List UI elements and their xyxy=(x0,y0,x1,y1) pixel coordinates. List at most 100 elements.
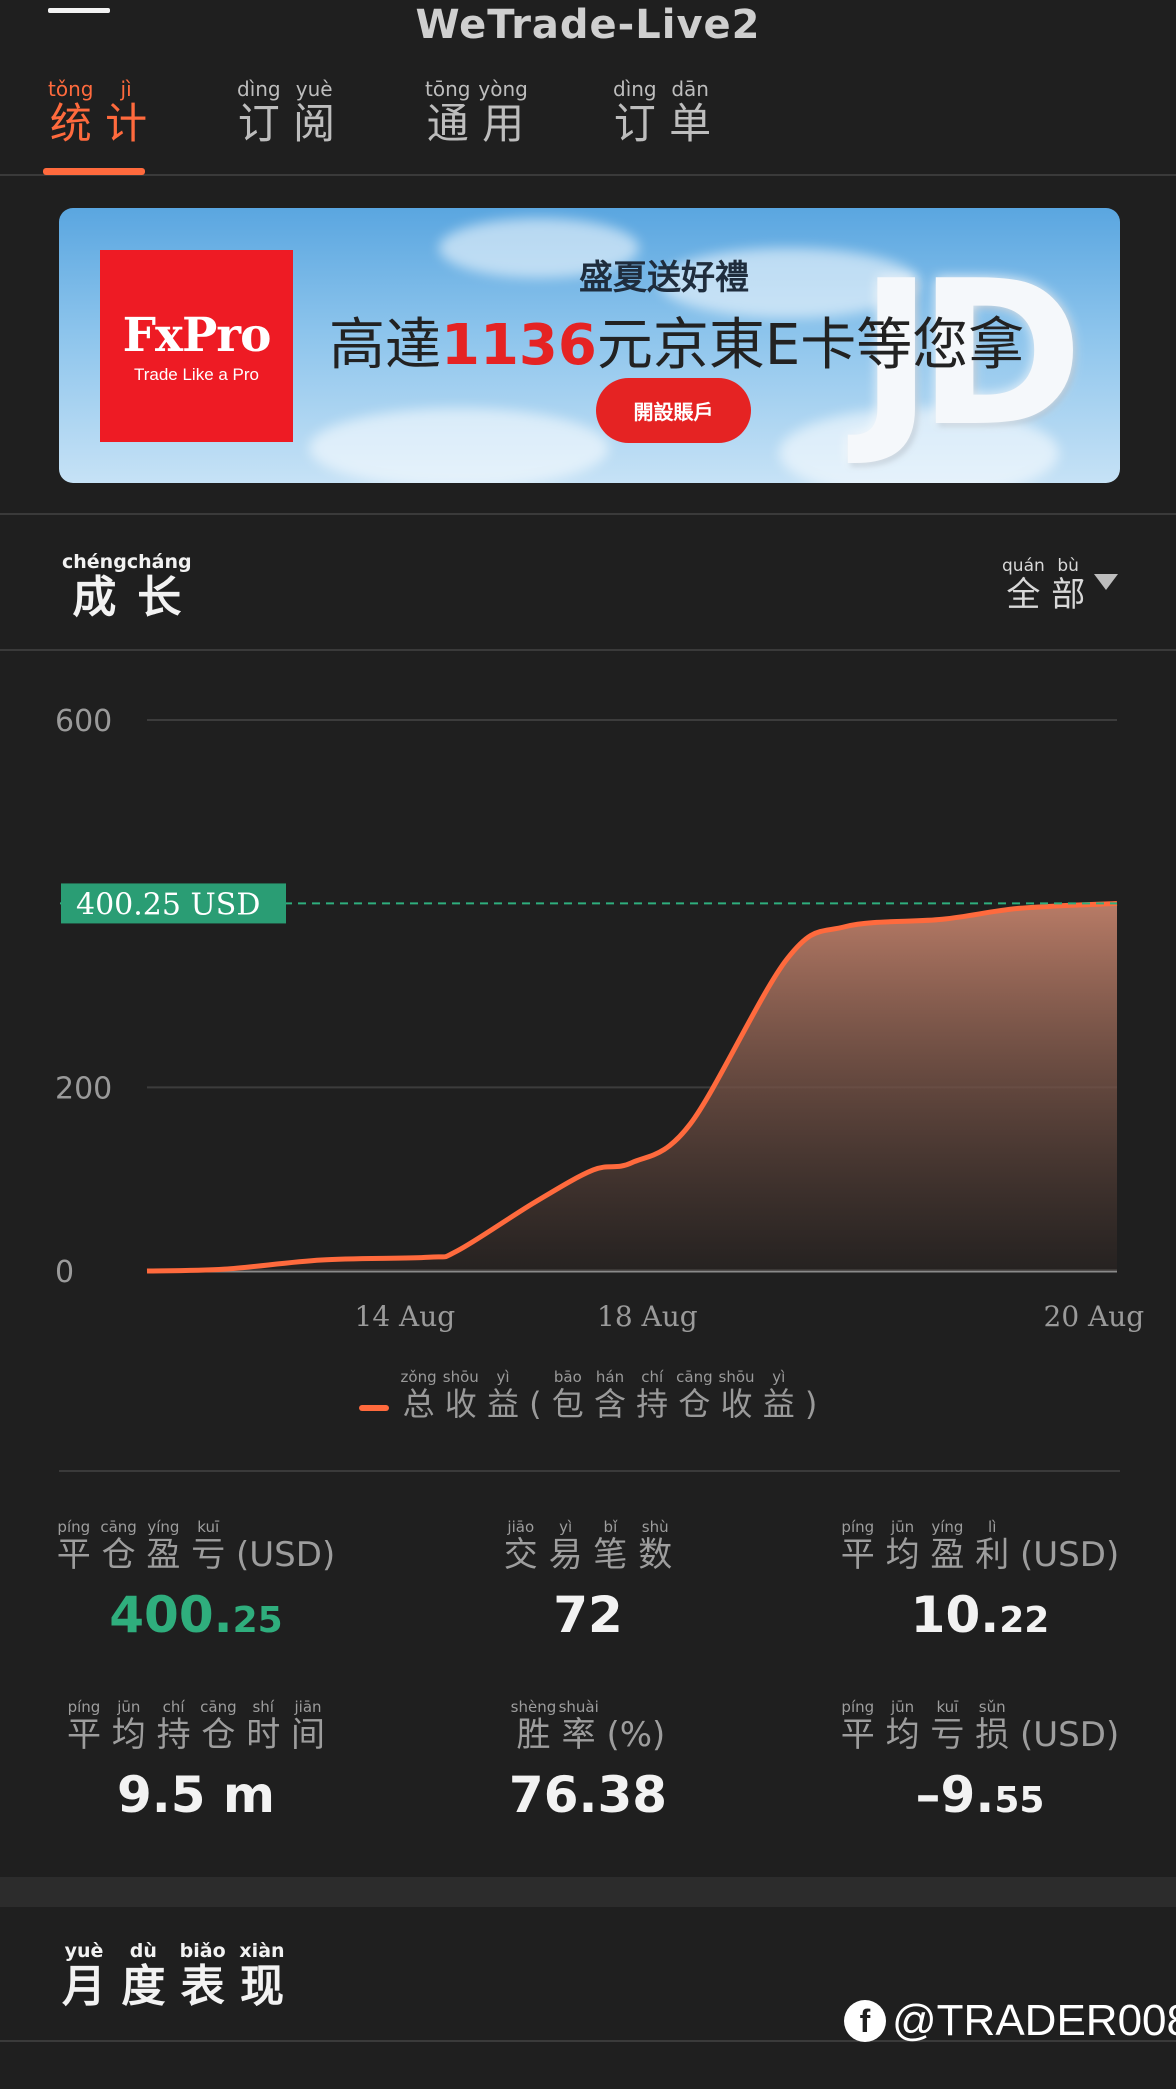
promo-banner[interactable]: FxPro Trade Like a Pro JD 盛夏送好禮 高達1136元京… xyxy=(59,208,1120,483)
ruby-char: 损sǔn xyxy=(975,1698,1010,1755)
ruby-char: 笔bǐ xyxy=(593,1518,628,1575)
ruby-char: 月yuè xyxy=(62,1940,106,2012)
promo-headline: 盛夏送好禮 xyxy=(579,258,749,298)
stat-closed-pnl: 平píng 仓cāng 盈yíng 亏kuī (USD) 400.25 xyxy=(0,1518,392,1644)
fxpro-logo: FxPro Trade Like a Pro xyxy=(100,250,293,442)
ruby-char: 用yòng xyxy=(478,77,528,148)
ruby-char: ( xyxy=(529,1385,542,1423)
tab-orders[interactable]: 订dìng 单dān xyxy=(613,77,712,176)
ruby-char: 全quán xyxy=(1002,556,1045,615)
stat-label: 平píng 均jūn 盈yíng 利lì (USD) xyxy=(840,1518,1120,1575)
brand-tagline: Trade Like a Pro xyxy=(133,364,260,384)
ruby-char: 均jūn xyxy=(885,1518,920,1575)
ruby-char: 易yì xyxy=(548,1518,583,1575)
ruby-char: 数shù xyxy=(638,1518,673,1575)
facebook-icon: f xyxy=(844,2000,886,2042)
legend-label: 总zǒng 收shōu 益yì ( 包bāo 含hán 持chí 仓cāng 收… xyxy=(400,1368,818,1423)
ruby-char: 平píng xyxy=(56,1518,91,1575)
section-title-monthly: 月yuè 度dù 表biǎo 现xiàn xyxy=(62,1940,285,2014)
ruby-char: 含hán xyxy=(593,1368,626,1423)
ruby-char: 总zǒng xyxy=(400,1368,437,1423)
ruby-char: 均jūn xyxy=(111,1698,146,1755)
ruby-char: 订dìng xyxy=(237,77,281,148)
ruby-char: 持chí xyxy=(636,1368,669,1423)
active-tab-indicator xyxy=(43,168,145,175)
y-tick-label: 0 xyxy=(55,1255,74,1290)
divider xyxy=(59,1470,1120,1472)
y-tick-label: 200 xyxy=(55,1071,112,1106)
ruby-char: 亏kuī xyxy=(191,1518,226,1575)
ruby-char: 统tǒng xyxy=(48,77,94,148)
divider xyxy=(0,513,1176,515)
x-tick-label: 14 Aug xyxy=(355,1300,456,1333)
chevron-down-icon[interactable] xyxy=(1094,574,1118,590)
stat-label: 胜shèng 率shuài (%) xyxy=(510,1698,666,1755)
stat-value: 72 xyxy=(553,1586,623,1644)
stat-value: 10.22 xyxy=(910,1586,1050,1644)
stat-value: 76.38 xyxy=(508,1766,668,1824)
stat-avg-profit: 平píng 均jūn 盈yíng 利lì (USD) 10.22 xyxy=(784,1518,1176,1644)
divider xyxy=(0,649,1176,651)
ruby-char: 部bù xyxy=(1051,556,1086,615)
ruby-char: 仓cāng xyxy=(100,1518,137,1575)
legend-swatch xyxy=(358,1405,389,1411)
stat-trade-count: 交jiāo 易yì 笔bǐ 数shù 72 xyxy=(392,1518,784,1644)
stat-label: 平píng 均jūn 持chí 仓cāng 时shí 间jiān xyxy=(0,1698,392,1756)
chart-svg: 400.25 USD 0 200 600 14 Aug 18 Aug 20 Aug xyxy=(55,704,1144,1333)
ruby-char: 平píng xyxy=(840,1698,875,1755)
ruby-char: 亏kuī xyxy=(930,1698,965,1755)
ruby-char: 收shōu xyxy=(718,1368,755,1423)
ruby-char: 长cháng xyxy=(126,551,192,623)
promo-offer: 高達1136元京東E卡等您拿 xyxy=(329,313,1025,378)
stat-win-rate: 胜shèng 率shuài (%) 76.38 xyxy=(392,1698,784,1824)
ruby-char: 单dān xyxy=(669,77,712,148)
stat-label: 平píng 均jūn 亏kuī 损sǔn (USD) xyxy=(840,1698,1120,1755)
ruby-char: 益yì xyxy=(762,1368,795,1423)
section-separator xyxy=(0,1877,1176,1907)
ruby-char: 盈yíng xyxy=(930,1518,965,1575)
ruby-char: 仓cāng xyxy=(676,1368,713,1423)
tab-general[interactable]: 通tōng 用yòng xyxy=(425,77,528,176)
ruby-char: 通tōng xyxy=(425,77,471,148)
stat-avg-loss: 平píng 均jūn 亏kuī 损sǔn (USD) –9.55 xyxy=(784,1698,1176,1824)
ruby-char: 现xiàn xyxy=(239,1940,285,2012)
ruby-char: 间jiān xyxy=(291,1698,326,1755)
ruby-char: 益yì xyxy=(486,1368,519,1423)
range-dropdown[interactable]: 全quán 部bù xyxy=(1002,556,1086,616)
ruby-char: 交jiāo xyxy=(503,1518,538,1575)
x-tick-label: 18 Aug xyxy=(597,1300,698,1333)
tab-subscriptions[interactable]: 订dìng 阅yuè xyxy=(237,77,335,176)
ruby-char: 盈yíng xyxy=(146,1518,181,1575)
ruby-char: 订dìng xyxy=(613,77,657,148)
growth-chart[interactable]: 400.25 USD 0 200 600 14 Aug 18 Aug 20 Aug xyxy=(0,680,1176,1340)
tab-statistics[interactable]: 统tǒng 计jì xyxy=(48,77,148,176)
ruby-char: 收shōu xyxy=(442,1368,479,1423)
ruby-char: 持chí xyxy=(156,1698,191,1755)
ruby-char: 均jūn xyxy=(885,1698,920,1755)
stat-value: 400.25 xyxy=(109,1586,283,1644)
ruby-char: 利lì xyxy=(975,1518,1010,1575)
ruby-char: 表biǎo xyxy=(179,1940,226,2012)
stat-label: 平píng 仓cāng 盈yíng 亏kuī (USD) xyxy=(56,1518,336,1575)
open-account-button[interactable]: 開設賬戶 xyxy=(596,378,751,443)
current-value-label: 400.25 USD xyxy=(76,887,260,922)
ruby-char: ) xyxy=(804,1385,818,1423)
ruby-char: 平píng xyxy=(66,1698,101,1755)
ruby-char: 成chéng xyxy=(62,551,127,623)
stat-value: 9.5 m xyxy=(116,1766,276,1824)
ruby-char: 胜shèng xyxy=(510,1698,557,1755)
page-title: WeTrade-Live2 xyxy=(415,2,761,48)
stat-avg-hold-time: 平píng 均jūn 持chí 仓cāng 时shí 间jiān 9.5 m xyxy=(0,1698,392,1824)
ruby-char: 仓cāng xyxy=(200,1698,237,1755)
y-tick-label: 600 xyxy=(55,704,112,739)
section-title-growth: 成chéng 长cháng xyxy=(62,551,192,625)
promo-amount: 1136 xyxy=(441,313,597,378)
stat-label: 交jiāo 易yì 笔bǐ 数shù xyxy=(392,1518,784,1576)
stat-value: –9.55 xyxy=(915,1766,1045,1824)
ruby-char: 率shuài xyxy=(558,1698,599,1755)
brand-name: FxPro xyxy=(122,307,272,363)
ruby-char: 平píng xyxy=(840,1518,875,1575)
chart-legend[interactable]: 总zǒng 收shōu 益yì ( 包bāo 含hán 持chí 仓cāng 收… xyxy=(0,1368,1176,1425)
ruby-char: 计jì xyxy=(105,77,148,148)
tab-bar: 统tǒng 计jì 订dìng 阅yuè 通tōng 用yòng 订dìng 单… xyxy=(0,77,1176,176)
